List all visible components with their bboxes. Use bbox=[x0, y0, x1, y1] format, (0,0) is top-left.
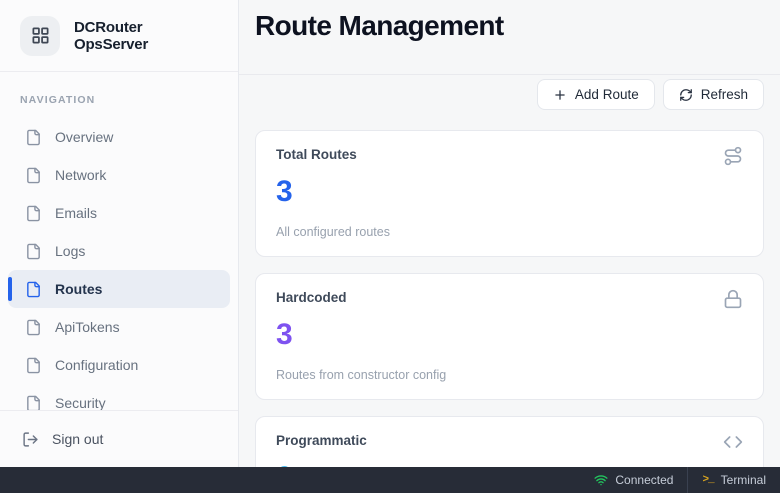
page-title: Route Management bbox=[255, 10, 504, 42]
terminal-icon: >_ bbox=[702, 474, 713, 486]
file-icon bbox=[25, 395, 42, 410]
card-hardcoded: Hardcoded 3 Routes from constructor conf… bbox=[255, 273, 764, 400]
wifi-icon bbox=[594, 473, 608, 487]
lock-icon bbox=[723, 289, 743, 309]
sidebar-item-label: Configuration bbox=[55, 357, 138, 373]
terminal-toggle[interactable]: >_ Terminal bbox=[688, 467, 780, 493]
file-icon bbox=[25, 243, 42, 260]
add-route-label: Add Route bbox=[575, 87, 639, 102]
toolbar: Add Route Refresh bbox=[255, 79, 764, 110]
connection-status-label: Connected bbox=[615, 473, 673, 487]
card-value: 3 bbox=[276, 175, 743, 209]
app-logo bbox=[20, 16, 60, 56]
sidebar-item-security[interactable]: Security bbox=[8, 384, 230, 410]
terminal-label: Terminal bbox=[721, 473, 766, 487]
sign-out-button[interactable]: Sign out bbox=[0, 410, 238, 467]
refresh-label: Refresh bbox=[701, 87, 748, 102]
file-icon bbox=[25, 129, 42, 146]
sidebar-item-network[interactable]: Network bbox=[8, 156, 230, 194]
card-subtitle: Routes from constructor config bbox=[276, 368, 743, 383]
sidebar-header: DCRouter OpsServer bbox=[0, 0, 238, 72]
route-icon bbox=[723, 146, 743, 166]
sidebar-item-label: Emails bbox=[55, 205, 97, 221]
sidebar-item-emails[interactable]: Emails bbox=[8, 194, 230, 232]
refresh-button[interactable]: Refresh bbox=[663, 79, 764, 110]
sidebar-item-configuration[interactable]: Configuration bbox=[8, 346, 230, 384]
file-icon bbox=[25, 167, 42, 184]
log-out-icon bbox=[22, 431, 39, 448]
page-header: Route Management bbox=[239, 0, 780, 75]
brand-title: DCRouter OpsServer bbox=[74, 19, 218, 53]
sidebar-item-label: Overview bbox=[55, 129, 113, 145]
app-window: DCRouter OpsServer NAVIGATION Overview N… bbox=[0, 0, 780, 467]
sidebar-item-label: ApiTokens bbox=[55, 319, 120, 335]
add-route-button[interactable]: Add Route bbox=[537, 79, 655, 110]
card-value: 3 bbox=[276, 318, 743, 352]
file-icon bbox=[25, 357, 42, 374]
nav-section-label: NAVIGATION bbox=[20, 94, 238, 106]
file-icon bbox=[25, 205, 42, 222]
sidebar-item-label: Logs bbox=[55, 243, 85, 259]
card-title: Total Routes bbox=[276, 147, 357, 163]
sidebar-item-apitokens[interactable]: ApiTokens bbox=[8, 308, 230, 346]
sidebar-nav: NAVIGATION Overview Network Emails Logs … bbox=[0, 72, 238, 410]
sidebar-item-label: Network bbox=[55, 167, 106, 183]
sidebar-item-logs[interactable]: Logs bbox=[8, 232, 230, 270]
sidebar-item-label: Routes bbox=[55, 281, 102, 297]
plus-icon bbox=[553, 88, 567, 102]
card-title: Programmatic bbox=[276, 433, 367, 449]
card-programmatic: Programmatic 0 bbox=[255, 416, 764, 467]
refresh-icon bbox=[679, 88, 693, 102]
connection-status: Connected bbox=[580, 467, 687, 493]
main-content: Route Management Add Route Refresh bbox=[239, 0, 780, 467]
card-subtitle: All configured routes bbox=[276, 225, 743, 240]
sign-out-label: Sign out bbox=[52, 431, 103, 447]
grid-icon bbox=[31, 26, 50, 45]
sidebar-item-routes[interactable]: Routes bbox=[8, 270, 230, 308]
card-total-routes: Total Routes 3 All configured routes bbox=[255, 130, 764, 257]
status-bar: Connected >_ Terminal bbox=[0, 467, 780, 493]
card-title: Hardcoded bbox=[276, 290, 347, 306]
sidebar: DCRouter OpsServer NAVIGATION Overview N… bbox=[0, 0, 239, 467]
stat-cards: Total Routes 3 All configured routes Har… bbox=[255, 130, 764, 467]
sidebar-item-overview[interactable]: Overview bbox=[8, 118, 230, 156]
file-icon bbox=[25, 319, 42, 336]
code-icon bbox=[723, 432, 743, 452]
file-icon bbox=[25, 281, 42, 298]
sidebar-item-label: Security bbox=[55, 395, 106, 410]
